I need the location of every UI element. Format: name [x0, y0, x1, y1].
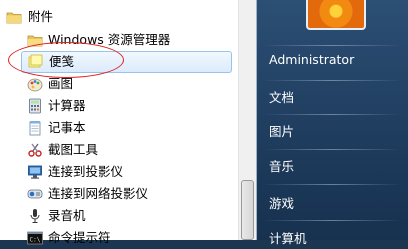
folder-icon: [6, 12, 22, 24]
sticky-notes-icon: [28, 54, 43, 68]
paint-icon: [27, 78, 43, 92]
menu-item-sound-recorder[interactable]: 录音机: [0, 205, 238, 227]
divider: [263, 184, 401, 185]
svg-text:C:\: C:\: [30, 237, 41, 244]
menu-item-sticky-notes[interactable]: 便笺: [21, 51, 232, 73]
menu-item-calculator[interactable]: 计算器: [0, 95, 238, 117]
user-picture[interactable]: [306, 0, 366, 30]
menu-item-label: 连接到网络投影仪: [48, 186, 149, 201]
microphone-icon: [30, 209, 40, 223]
divider: [263, 45, 401, 46]
command-prompt-icon: C:\: [27, 231, 43, 245]
menu-item-label: 截图工具: [48, 142, 99, 157]
scrollbar-thumb[interactable]: [241, 180, 254, 240]
menu-item-snipping-tool[interactable]: 截图工具: [0, 139, 238, 161]
menu-item-network-projector[interactable]: 连接到网络投影仪: [0, 183, 238, 205]
programs-pane: 附件 Windows 资源管理器 便笺 画图 计算器 记事本 截图工具 连接到投…: [0, 0, 257, 245]
calculator-icon: [29, 98, 41, 114]
menu-item-notepad[interactable]: 记事本: [0, 117, 238, 139]
menu-item-label: 画图: [48, 76, 74, 91]
right-item-music[interactable]: 音乐: [269, 156, 294, 175]
right-item-user[interactable]: Administrator: [269, 52, 354, 67]
right-item-documents[interactable]: 文档: [269, 87, 294, 106]
menu-item-connect-projector[interactable]: 连接到投影仪: [0, 161, 238, 183]
menu-item-label: 计算器: [48, 98, 86, 113]
right-item-pictures[interactable]: 图片: [269, 121, 294, 140]
menu-item-label: 命令提示符: [48, 230, 111, 245]
programs-scrollbar[interactable]: [238, 0, 256, 240]
menu-item-label: Windows 资源管理器: [48, 32, 171, 47]
divider: [263, 80, 401, 81]
right-item-games[interactable]: 游戏: [269, 193, 294, 212]
projector-icon: [28, 165, 42, 179]
network-projector-icon: [27, 189, 43, 199]
folder-accessories[interactable]: 附件: [0, 6, 238, 28]
menu-item-explorer[interactable]: Windows 资源管理器: [0, 29, 238, 51]
menu-item-label: 录音机: [48, 208, 86, 223]
menu-item-command-prompt[interactable]: C:\ 命令提示符: [0, 227, 238, 249]
snipping-tool-icon: [28, 143, 42, 157]
divider: [263, 114, 401, 115]
right-item-computer[interactable]: 计算机: [269, 228, 307, 247]
divider: [263, 149, 401, 150]
folder-explorer-icon: [27, 35, 43, 47]
menu-item-label: 连接到投影仪: [48, 164, 124, 179]
menu-item-paint[interactable]: 画图: [0, 73, 238, 95]
menu-item-label: 便笺: [49, 54, 75, 69]
menu-item-label: 记事本: [48, 120, 86, 135]
folder-label: 附件: [28, 9, 54, 24]
notepad-icon: [29, 121, 41, 136]
start-menu-right-pane: Administrator 文档 图片 音乐 游戏 计算机: [257, 0, 408, 246]
divider: [263, 220, 401, 221]
